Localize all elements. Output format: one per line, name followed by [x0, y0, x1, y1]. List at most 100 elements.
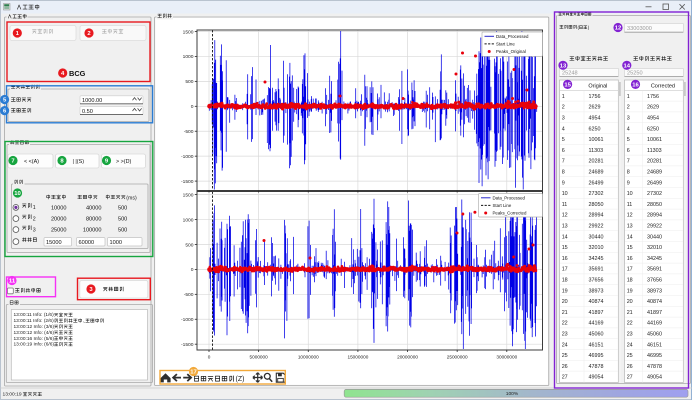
svg-text:1000.00: 1000.00 — [82, 98, 102, 104]
svg-text:46995: 46995 — [647, 353, 662, 359]
svg-text:47878: 47878 — [589, 364, 604, 370]
svg-text:1000: 1000 — [183, 217, 194, 223]
svg-text:46151: 46151 — [589, 342, 604, 348]
svg-text:19: 19 — [627, 288, 633, 294]
svg-text:10: 10 — [562, 191, 568, 197]
svg-text:-500: -500 — [184, 129, 194, 135]
svg-text:6250: 6250 — [589, 126, 601, 132]
svg-text:13:00:11 Info: (1/6): 13:00:11 Info: (1/6) — [14, 312, 55, 318]
svg-text:13:00:19: 13:00:19 — [3, 392, 22, 398]
svg-text:13: 13 — [560, 63, 567, 69]
svg-text:500: 500 — [118, 206, 127, 212]
svg-text:27302: 27302 — [589, 191, 604, 197]
svg-text:35691: 35691 — [589, 267, 604, 273]
svg-text:32010: 32010 — [589, 245, 604, 251]
svg-text:5: 5 — [627, 137, 630, 143]
svg-text:13: 13 — [627, 224, 633, 230]
svg-text:17: 17 — [190, 370, 197, 376]
svg-text:-1000: -1000 — [181, 317, 194, 323]
svg-text:1000: 1000 — [110, 240, 122, 246]
svg-text:20281: 20281 — [589, 159, 604, 165]
svg-text:25: 25 — [627, 353, 633, 359]
svg-text:2629: 2629 — [589, 105, 601, 111]
svg-text:22: 22 — [562, 321, 568, 327]
svg-text:15000000: 15000000 — [347, 355, 368, 360]
svg-text:3: 3 — [627, 116, 630, 122]
svg-text:28994: 28994 — [647, 213, 662, 219]
svg-text:46151: 46151 — [647, 342, 662, 348]
svg-text:29922: 29922 — [647, 224, 662, 230]
svg-text:26499: 26499 — [589, 180, 604, 186]
svg-text:3: 3 — [562, 116, 565, 122]
svg-text:0: 0 — [208, 355, 211, 360]
svg-text:4954: 4954 — [589, 116, 601, 122]
svg-text:5: 5 — [562, 137, 565, 143]
svg-text:-1500: -1500 — [181, 179, 194, 185]
svg-text:34245: 34245 — [647, 256, 662, 262]
svg-text:14: 14 — [562, 234, 568, 240]
svg-text:49054: 49054 — [589, 375, 604, 381]
svg-text:19: 19 — [562, 288, 568, 294]
svg-text:41897: 41897 — [647, 310, 662, 316]
svg-text:14: 14 — [627, 234, 633, 240]
svg-text:500: 500 — [118, 228, 127, 234]
svg-text:Original: Original — [588, 84, 607, 90]
svg-text:44169: 44169 — [589, 321, 604, 327]
svg-text:45060: 45060 — [589, 332, 604, 338]
svg-text:15: 15 — [562, 245, 568, 251]
svg-text:(Z): (Z) — [236, 376, 245, 383]
svg-text:27: 27 — [562, 375, 568, 381]
svg-text:20281: 20281 — [647, 159, 662, 165]
svg-text:500: 500 — [118, 217, 127, 223]
svg-text:34245: 34245 — [589, 256, 604, 262]
svg-text:10061: 10061 — [647, 137, 662, 143]
svg-text:24689: 24689 — [589, 170, 604, 176]
svg-text:15: 15 — [564, 83, 571, 89]
svg-text:20000: 20000 — [51, 217, 67, 223]
svg-text:20: 20 — [627, 299, 633, 305]
svg-text:22: 22 — [627, 321, 633, 327]
svg-text:23: 23 — [562, 332, 568, 338]
svg-text:28050: 28050 — [589, 202, 604, 208]
svg-text:28994: 28994 — [589, 213, 604, 219]
svg-text:1756: 1756 — [647, 94, 659, 100]
svg-text:| |(S): | |(S) — [73, 159, 85, 165]
svg-text:Data_Processed: Data_Processed — [493, 196, 526, 201]
svg-text:-500: -500 — [184, 292, 194, 298]
svg-text:1756: 1756 — [589, 94, 601, 100]
svg-text:500: 500 — [185, 242, 193, 248]
svg-text:24: 24 — [562, 342, 568, 348]
svg-text:12: 12 — [627, 213, 633, 219]
svg-text:0: 0 — [191, 104, 194, 110]
svg-text:100%: 100% — [506, 391, 519, 397]
svg-text:13: 13 — [562, 224, 568, 230]
svg-text:-1000: -1000 — [181, 154, 194, 160]
svg-text:15000: 15000 — [46, 240, 62, 246]
svg-text:38973: 38973 — [589, 288, 604, 294]
svg-text:80000: 80000 — [86, 217, 102, 223]
svg-text:Corrected: Corrected — [651, 84, 675, 90]
svg-text:3: 3 — [33, 227, 36, 233]
svg-text:13:00:12 Info: (3/6): 13:00:12 Info: (3/6) — [14, 324, 55, 330]
svg-text:25000000: 25000000 — [447, 355, 468, 360]
svg-text:(ms): (ms) — [126, 195, 137, 201]
svg-text:47878: 47878 — [647, 364, 662, 370]
svg-text:24: 24 — [627, 342, 633, 348]
svg-text:18: 18 — [627, 278, 633, 284]
svg-text:49054: 49054 — [647, 375, 662, 381]
svg-text:> >(D): > >(D) — [116, 159, 131, 165]
svg-text:16: 16 — [632, 83, 639, 89]
svg-text:33003000: 33003000 — [627, 26, 652, 32]
svg-text:26: 26 — [627, 364, 633, 370]
svg-text:44169: 44169 — [647, 321, 662, 327]
svg-text:10000: 10000 — [51, 206, 67, 212]
svg-text:17: 17 — [627, 267, 633, 273]
svg-text:1: 1 — [33, 205, 36, 211]
svg-text:BCG: BCG — [69, 69, 86, 78]
svg-text:18: 18 — [562, 278, 568, 284]
svg-text:10000000: 10000000 — [298, 355, 319, 360]
svg-text:60000: 60000 — [79, 240, 95, 246]
svg-text:12: 12 — [615, 26, 622, 32]
svg-text:4954: 4954 — [647, 116, 659, 122]
svg-text:25000: 25000 — [51, 228, 67, 234]
